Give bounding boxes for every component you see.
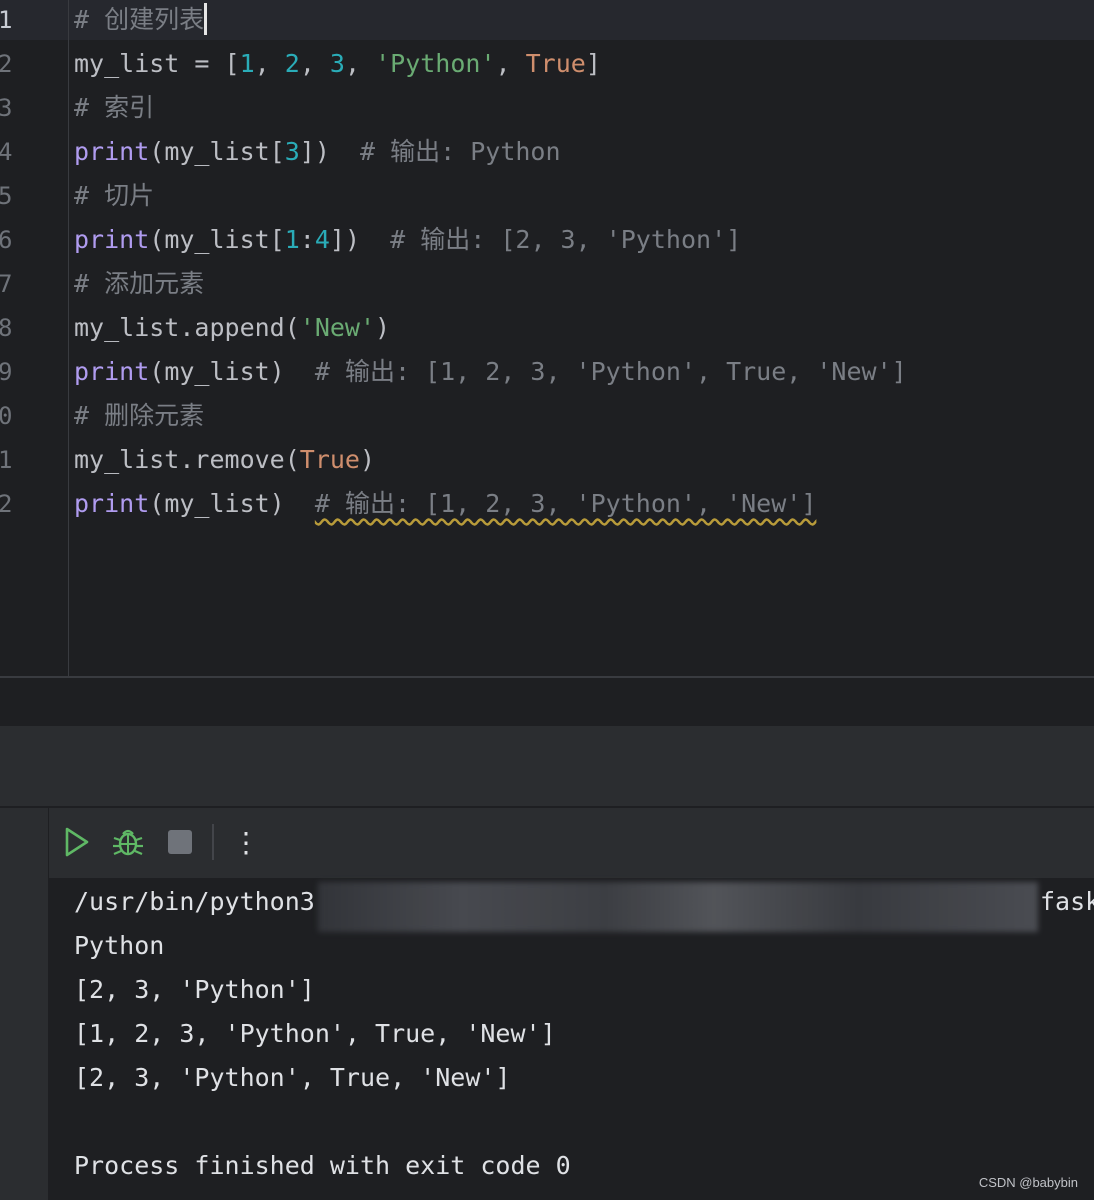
console-command-suffix: fask: [1040, 887, 1094, 916]
line-number: 3: [0, 94, 13, 122]
code-line-2[interactable]: my_list = [1, 2, 3, 'Python', True]: [74, 44, 601, 84]
code-line-3[interactable]: # 索引: [74, 88, 154, 128]
comment: # 切片: [74, 181, 155, 210]
code-text: (my_list): [149, 489, 315, 518]
string-literal: 'Python': [375, 49, 496, 78]
code-text: my_list.remove(: [74, 445, 300, 474]
code-line-12[interactable]: print(my_list) # 输出: [1, 2, 3, 'Python',…: [74, 484, 816, 524]
code-text: :: [299, 225, 315, 254]
line-number: 2: [0, 50, 13, 78]
code-line-4[interactable]: print(my_list[3]) # 输出: Python: [74, 132, 561, 172]
console-output-line: [2, 3, 'Python', True, 'New']: [74, 1063, 511, 1092]
line-number: 7: [0, 270, 13, 298]
console-command-line: /usr/bin/python3: [74, 887, 315, 916]
code-line-11[interactable]: my_list.remove(True): [74, 440, 375, 480]
line-number: 2: [0, 490, 13, 518]
code-line-5[interactable]: # 切片: [74, 176, 154, 216]
number-literal: 1: [239, 49, 255, 78]
number-literal: 4: [314, 225, 330, 254]
line-number: 4: [0, 138, 13, 166]
code-text: (my_list[: [149, 137, 285, 166]
code-line-8[interactable]: my_list.append('New'): [74, 308, 390, 348]
console-side-strip: [0, 878, 48, 1200]
redacted-path: [318, 882, 1038, 932]
keyword: True: [525, 49, 586, 78]
toolbar-divider: [48, 808, 49, 878]
code-line-6[interactable]: print(my_list[1:4]) # 输出: [2, 3, 'Python…: [74, 220, 741, 260]
play-icon[interactable]: [56, 822, 96, 862]
comment: # 索引: [74, 93, 155, 122]
number-literal: 2: [284, 49, 300, 78]
builtin-function: print: [74, 137, 150, 166]
code-text: my_list.append(: [74, 313, 300, 342]
toolbar-separator: [212, 824, 214, 860]
comment: # 创建列表: [74, 5, 205, 34]
line-number: 1: [0, 6, 13, 34]
run-toolbar: ⋮: [0, 808, 1094, 878]
code-line-1[interactable]: # 创建列表: [74, 0, 208, 40]
builtin-function: print: [74, 357, 150, 386]
line-number: 5: [0, 182, 13, 210]
comment: # 添加元素: [74, 269, 205, 298]
code-line-7[interactable]: # 添加元素: [74, 264, 204, 304]
string-literal: 'New': [299, 313, 376, 342]
number-literal: 3: [284, 137, 300, 166]
comment-with-warning[interactable]: # 输出: [1, 2, 3, 'Python', 'New']: [315, 489, 817, 518]
gutter-divider: [68, 0, 69, 677]
code-text: ,: [299, 49, 330, 78]
code-text: (my_list): [149, 357, 315, 386]
code-text: ,: [344, 49, 376, 78]
code-text: my_list = [: [74, 49, 240, 78]
code-text: ): [360, 445, 376, 474]
comment: # 输出: [1, 2, 3, 'Python', True, 'New']: [314, 357, 907, 386]
line-number: 1: [0, 446, 13, 474]
console-output-line: Python: [74, 931, 165, 960]
line-number: 6: [0, 226, 13, 254]
number-literal: 3: [329, 49, 345, 78]
code-line-9[interactable]: print(my_list) # 输出: [1, 2, 3, 'Python',…: [74, 352, 907, 392]
builtin-function: print: [74, 489, 150, 518]
bug-icon[interactable]: [108, 822, 148, 862]
console-output-line: [1, 2, 3, 'Python', True, 'New']: [74, 1019, 556, 1048]
code-text: ,: [254, 49, 285, 78]
code-text: ,: [495, 49, 526, 78]
code-text: ): [375, 313, 391, 342]
line-number: 0: [0, 402, 13, 430]
tool-window-header: [0, 726, 1094, 806]
code-editor[interactable]: 1 2 3 4 5 6 7 8 9 0 1 2 # 创建列表 my_list =…: [0, 0, 1094, 678]
line-number: 9: [0, 358, 13, 386]
builtin-function: print: [74, 225, 150, 254]
comment: # 删除元素: [74, 401, 205, 430]
line-number: 8: [0, 314, 13, 342]
code-text: (my_list[: [149, 225, 285, 254]
comment: # 输出: [2, 3, 'Python']: [390, 225, 742, 254]
console-exit-message: Process finished with exit code 0: [74, 1151, 571, 1180]
code-text: ]): [329, 225, 391, 254]
editor-footer-space: [0, 678, 1094, 726]
watermark: CSDN @babybin: [978, 1175, 1078, 1190]
text-caret: [204, 3, 208, 35]
code-text: ]: [585, 49, 601, 78]
console-output-line: [2, 3, 'Python']: [74, 975, 315, 1004]
code-text: ]): [299, 137, 361, 166]
number-literal: 1: [284, 225, 300, 254]
comment: # 输出: Python: [360, 137, 561, 166]
code-line-10[interactable]: # 删除元素: [74, 396, 204, 436]
stop-icon[interactable]: [160, 822, 200, 862]
more-vertical-icon[interactable]: ⋮: [226, 822, 266, 862]
keyword: True: [299, 445, 360, 474]
